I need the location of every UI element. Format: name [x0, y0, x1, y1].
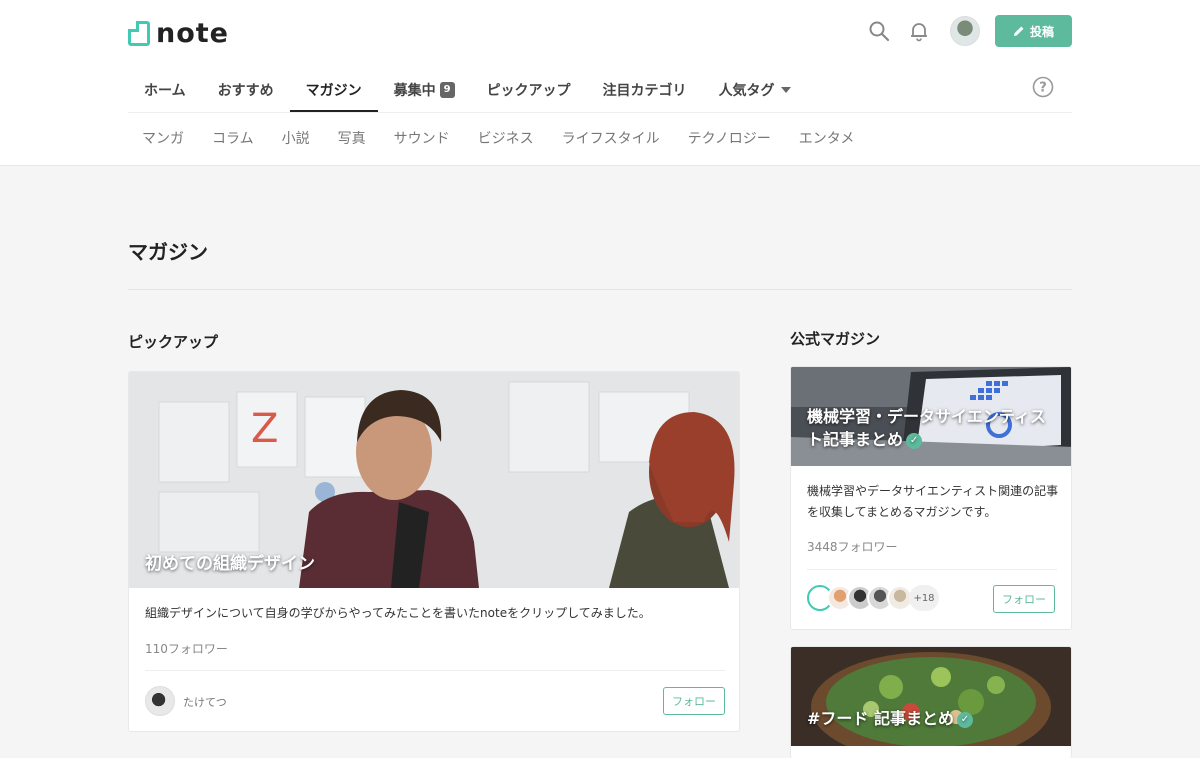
official-magazine-card[interactable]: #フード 記事まとめ ✓ — [790, 646, 1072, 758]
magazine-cover-image: #フード 記事まとめ ✓ — [791, 647, 1071, 746]
category-business[interactable]: ビジネス — [464, 122, 548, 154]
svg-text:?: ? — [1039, 81, 1047, 96]
follower-count: 3448フォロワー — [807, 540, 898, 554]
magazine-cover-image: Z 初めての組織デザイン — [129, 372, 739, 588]
pencil-icon — [1013, 26, 1024, 36]
chevron-down-icon — [780, 87, 791, 93]
svg-text:Z: Z — [251, 406, 278, 452]
title-line: ト記事まとめ — [807, 430, 904, 449]
search-icon[interactable] — [868, 20, 890, 42]
verified-check-icon: ✓ — [906, 432, 923, 449]
tab-popular-tags[interactable]: 人気タグ — [703, 68, 807, 112]
title-line: 機械学習・データサイエンティス — [807, 407, 1046, 426]
member-avatars[interactable]: +18 — [807, 585, 939, 611]
category-novel[interactable]: 小説 — [268, 122, 324, 154]
top-header: note 投稿 ホーム おすすめ マガジン 募集中 9 ピックアップ 注目カテゴリ… — [0, 0, 1200, 166]
follower-count: 110フォロワー — [145, 642, 228, 656]
divider — [145, 670, 725, 671]
category-column[interactable]: コラム — [198, 122, 268, 154]
post-button[interactable]: 投稿 — [995, 15, 1072, 47]
magazine-title: 機械学習・データサイエンティス ト記事まとめ ✓ — [807, 405, 1046, 451]
official-section-title: 公式マガジン — [790, 330, 881, 348]
follow-button-label: フォロー — [672, 695, 716, 708]
salad-photo — [791, 647, 1071, 746]
tab-magazine[interactable]: マガジン — [289, 68, 378, 112]
tab-recommended[interactable]: おすすめ — [202, 68, 290, 112]
more-members-count: +18 — [909, 585, 939, 611]
official-magazine-card[interactable]: 機械学習・データサイエンティス ト記事まとめ ✓ 機械学習やデータサイエンティスト… — [790, 366, 1072, 630]
divider — [807, 569, 1057, 570]
category-manga[interactable]: マンガ — [128, 122, 198, 154]
tab-recruiting[interactable]: 募集中 9 — [378, 68, 471, 112]
post-button-label: 投稿 — [1029, 24, 1054, 39]
title-line: #フード 記事まとめ — [807, 709, 954, 728]
magazine-cover-image: 機械学習・データサイエンティス ト記事まとめ ✓ — [791, 367, 1071, 466]
magazine-description: 組織デザインについて自身の学びからやってみたことを書いたnoteをクリップしてみ… — [145, 606, 651, 620]
tab-label: マガジン — [305, 83, 362, 99]
bell-icon[interactable] — [908, 20, 930, 42]
user-avatar[interactable] — [950, 16, 980, 46]
category-sound[interactable]: サウンド — [380, 122, 464, 154]
author-avatar[interactable] — [145, 686, 175, 716]
help-icon[interactable]: ? — [1032, 76, 1054, 98]
logo-text: note — [156, 18, 229, 49]
category-nav: マンガ コラム 小説 写真 サウンド ビジネス ライフスタイル テクノロジー エ… — [128, 122, 868, 154]
tab-label: ホーム — [144, 83, 186, 99]
tab-label: 注目カテゴリ — [602, 83, 687, 99]
magazine-description: 機械学習やデータサイエンティスト関連の記事を収集してまとめるマガジンです。 — [807, 484, 1059, 519]
pickup-section-title: ピックアップ — [128, 333, 219, 351]
follow-button[interactable]: フォロー — [993, 585, 1055, 613]
main-tabs: ホーム おすすめ マガジン 募集中 9 ピックアップ 注目カテゴリ 人気タグ — [128, 68, 807, 112]
verified-check-icon: ✓ — [956, 711, 973, 728]
category-photo[interactable]: 写真 — [324, 122, 380, 154]
divider — [128, 112, 1072, 113]
tab-featured-category[interactable]: 注目カテゴリ — [587, 68, 703, 112]
tab-pickup[interactable]: ピックアップ — [471, 68, 587, 112]
magazine-title: 初めての組織デザイン — [145, 554, 315, 574]
category-entertainment[interactable]: エンタメ — [785, 122, 869, 154]
tab-home[interactable]: ホーム — [128, 68, 202, 112]
tab-label: 人気タグ — [718, 83, 775, 99]
tab-label: ピックアップ — [486, 83, 571, 99]
category-lifestyle[interactable]: ライフスタイル — [548, 122, 674, 154]
follow-button-label: フォロー — [1002, 593, 1046, 606]
count-badge: 9 — [439, 82, 455, 98]
magazine-title: #フード 記事まとめ ✓ — [807, 707, 973, 730]
tab-label: おすすめ — [217, 83, 274, 99]
category-technology[interactable]: テクノロジー — [674, 122, 785, 154]
tab-label: 募集中 — [393, 83, 436, 99]
divider — [128, 289, 1072, 290]
pickup-magazine-card[interactable]: Z 初めての組織デザイン 組織デザインについて自身の学びからやってみたことを書い… — [128, 371, 740, 732]
follow-button[interactable]: フォロー — [663, 687, 725, 715]
author-name[interactable]: たけてつ — [183, 694, 227, 710]
note-logo-icon — [128, 21, 150, 46]
note-logo[interactable]: note — [128, 18, 229, 49]
page-title: マガジン — [128, 240, 208, 264]
